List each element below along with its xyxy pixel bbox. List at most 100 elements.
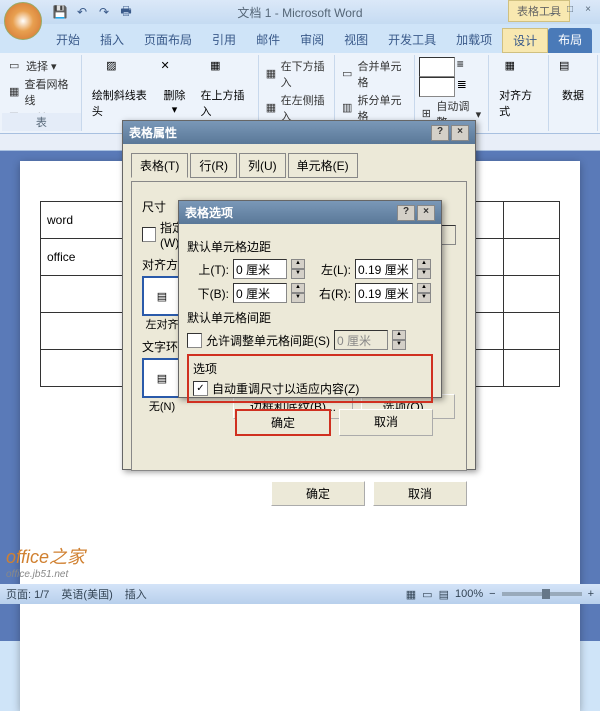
- draw-header-button[interactable]: ▨绘制斜线表头: [86, 57, 155, 121]
- dialog-title: 表格选项: [185, 204, 233, 221]
- data-button[interactable]: ▤数据: [553, 57, 593, 105]
- close-icon[interactable]: ×: [451, 125, 469, 141]
- tab-column[interactable]: 列(U): [239, 153, 286, 178]
- height-field[interactable]: [419, 57, 455, 77]
- help-icon[interactable]: ?: [397, 205, 415, 221]
- group-label-table: 表: [2, 113, 81, 131]
- split-icon: ▥: [342, 101, 355, 115]
- dialog-titlebar[interactable]: 表格选项 ?×: [179, 201, 441, 224]
- margins-label: 默认单元格边距: [187, 238, 433, 255]
- tab-view[interactable]: 视图: [334, 28, 378, 53]
- print-icon[interactable]: 🖶: [116, 2, 136, 22]
- zoom-in-icon[interactable]: +: [588, 588, 594, 600]
- autofit-checkbox[interactable]: ✓: [193, 381, 208, 396]
- cancel-button[interactable]: 取消: [373, 481, 467, 506]
- cancel-button[interactable]: 取消: [339, 409, 433, 436]
- close-icon[interactable]: ×: [580, 4, 596, 18]
- delete-icon: ✕: [161, 59, 189, 87]
- language-indicator[interactable]: 英语(美国): [61, 586, 112, 602]
- data-icon: ▤: [559, 59, 587, 87]
- redo-icon[interactable]: ↷: [94, 2, 114, 22]
- tab-review[interactable]: 审阅: [290, 28, 334, 53]
- left-input[interactable]: [355, 259, 413, 279]
- quick-access-toolbar: 💾 ↶ ↷ 🖶: [50, 2, 136, 22]
- tab-table[interactable]: 表格(T): [131, 153, 188, 178]
- merge-cells-button[interactable]: ▭合并单元格: [339, 57, 410, 91]
- zoom-level[interactable]: 100%: [455, 588, 483, 600]
- cursor-icon: ▭: [9, 59, 23, 73]
- tab-cell[interactable]: 单元格(E): [288, 153, 358, 178]
- maximize-icon[interactable]: □: [562, 4, 578, 18]
- tab-mailings[interactable]: 邮件: [246, 28, 290, 53]
- insert-mode[interactable]: 插入: [125, 586, 147, 602]
- spacing-spinner[interactable]: ▲▼: [392, 330, 406, 350]
- ok-button[interactable]: 确定: [271, 481, 365, 506]
- bottom-label: 下(B):: [187, 285, 229, 302]
- bottom-spinner[interactable]: ▲▼: [291, 283, 305, 303]
- insert-above-button[interactable]: ▦在上方插入: [195, 57, 254, 121]
- delete-button[interactable]: ✕删除▾: [155, 57, 195, 121]
- spec-width-checkbox[interactable]: [142, 227, 156, 242]
- wrap-none-option[interactable]: ▤无(N): [142, 358, 182, 414]
- tab-row[interactable]: 行(R): [190, 153, 237, 178]
- help-icon[interactable]: ?: [431, 125, 449, 141]
- window-controls: _ □ ×: [544, 4, 596, 18]
- right-input[interactable]: [355, 283, 413, 303]
- draw-icon: ▨: [106, 59, 134, 87]
- tab-references[interactable]: 引用: [202, 28, 246, 53]
- chevron-down-icon: ▾: [172, 103, 178, 116]
- window-title: 文档 1 - Microsoft Word: [237, 4, 362, 21]
- tab-addins[interactable]: 加载项: [446, 28, 502, 53]
- minimize-icon[interactable]: _: [544, 4, 560, 18]
- merge-icon: ▭: [342, 67, 355, 81]
- close-icon[interactable]: ×: [417, 205, 435, 221]
- insert-above-icon: ▦: [210, 59, 238, 87]
- distribute-rows-icon[interactable]: ≡: [457, 57, 464, 77]
- tab-insert[interactable]: 插入: [90, 28, 134, 53]
- bottom-input[interactable]: [233, 283, 287, 303]
- chevron-down-icon: ▾: [476, 108, 482, 121]
- row-below-icon: ▦: [266, 67, 278, 81]
- watermark: office之家 office.jb51.net: [6, 543, 85, 580]
- options-label: 选项: [193, 360, 427, 377]
- align-left-icon: ▤: [142, 276, 182, 316]
- autofit-label: 自动重调尺寸以适应内容(Z): [212, 380, 359, 397]
- grid-icon: ▦: [9, 85, 22, 99]
- dialog-titlebar[interactable]: 表格属性 ?×: [123, 121, 475, 144]
- top-spinner[interactable]: ▲▼: [291, 259, 305, 279]
- allow-spacing-checkbox[interactable]: [187, 333, 202, 348]
- wrap-none-icon: ▤: [142, 358, 182, 398]
- view-print-icon[interactable]: ▦: [406, 588, 416, 601]
- zoom-out-icon[interactable]: −: [489, 588, 495, 600]
- insert-below-button[interactable]: ▦在下方插入: [263, 57, 330, 91]
- page-indicator[interactable]: 页面: 1/7: [6, 586, 49, 602]
- save-icon[interactable]: 💾: [50, 2, 70, 22]
- left-spinner[interactable]: ▲▼: [417, 259, 431, 279]
- top-label: 上(T):: [187, 261, 229, 278]
- align-left-option[interactable]: ▤左对齐: [142, 276, 182, 332]
- office-button[interactable]: [4, 2, 42, 40]
- alignment-button[interactable]: ▦对齐方式: [493, 57, 544, 121]
- tab-developer[interactable]: 开发工具: [378, 28, 446, 53]
- distribute-cols-icon[interactable]: ≣: [457, 77, 467, 97]
- right-label: 右(R):: [309, 285, 351, 302]
- tab-pagelayout[interactable]: 页面布局: [134, 28, 202, 53]
- right-spinner[interactable]: ▲▼: [417, 283, 431, 303]
- view-gridlines-button[interactable]: ▦查看网格线: [6, 75, 77, 109]
- view-web-icon[interactable]: ▤: [439, 588, 449, 601]
- spacing-input[interactable]: [334, 330, 388, 350]
- ok-button[interactable]: 确定: [235, 409, 331, 436]
- top-input[interactable]: [233, 259, 287, 279]
- tab-layout[interactable]: 布局: [548, 28, 592, 53]
- undo-icon[interactable]: ↶: [72, 2, 92, 22]
- spacing-label: 默认单元格间距: [187, 309, 433, 326]
- tab-design[interactable]: 设计: [502, 28, 548, 53]
- view-read-icon[interactable]: ▭: [422, 588, 432, 601]
- chevron-down-icon: ▾: [51, 60, 57, 73]
- zoom-slider[interactable]: [502, 592, 582, 596]
- tab-home[interactable]: 开始: [46, 28, 90, 53]
- width-field[interactable]: [419, 77, 455, 97]
- ribbon-tabs: 开始 插入 页面布局 引用 邮件 审阅 视图 开发工具 加载项 设计 布局: [0, 28, 600, 53]
- titlebar: 💾 ↶ ↷ 🖶 文档 1 - Microsoft Word 表格工具 _ □ ×: [0, 0, 600, 24]
- select-button[interactable]: ▭选择 ▾: [6, 57, 77, 75]
